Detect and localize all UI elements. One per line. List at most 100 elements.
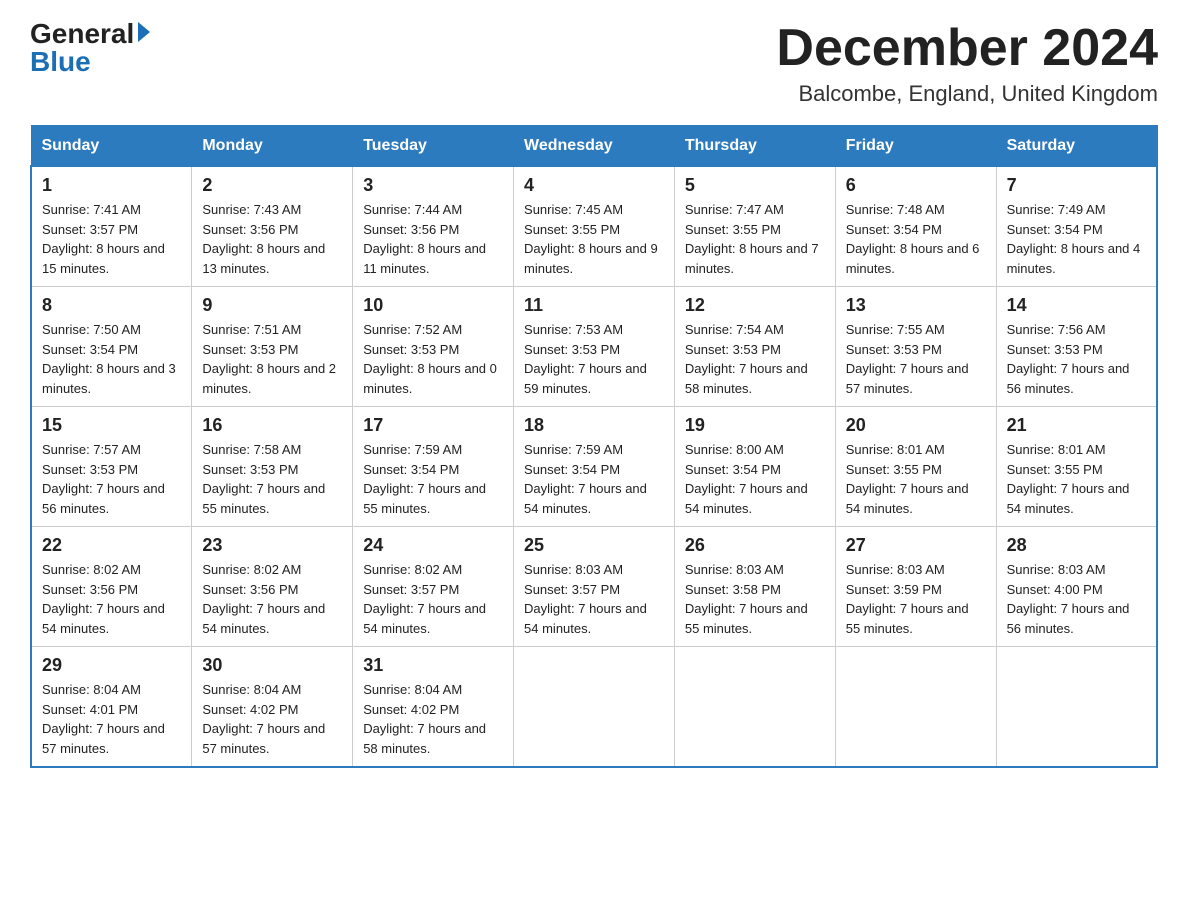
calendar-cell: 28 Sunrise: 8:03 AMSunset: 4:00 PMDaylig…: [996, 527, 1157, 647]
day-info: Sunrise: 7:56 AMSunset: 3:53 PMDaylight:…: [1007, 320, 1146, 398]
day-number: 8: [42, 295, 181, 316]
day-number: 20: [846, 415, 986, 436]
calendar-cell: 24 Sunrise: 8:02 AMSunset: 3:57 PMDaylig…: [353, 527, 514, 647]
day-number: 1: [42, 175, 181, 196]
day-info: Sunrise: 7:53 AMSunset: 3:53 PMDaylight:…: [524, 320, 664, 398]
day-info: Sunrise: 8:02 AMSunset: 3:56 PMDaylight:…: [42, 560, 181, 638]
day-info: Sunrise: 8:04 AMSunset: 4:02 PMDaylight:…: [363, 680, 503, 758]
day-number: 6: [846, 175, 986, 196]
calendar-cell: 17 Sunrise: 7:59 AMSunset: 3:54 PMDaylig…: [353, 407, 514, 527]
day-info: Sunrise: 7:47 AMSunset: 3:55 PMDaylight:…: [685, 200, 825, 278]
day-number: 31: [363, 655, 503, 676]
calendar-cell: 1 Sunrise: 7:41 AMSunset: 3:57 PMDayligh…: [31, 166, 192, 287]
day-number: 15: [42, 415, 181, 436]
day-info: Sunrise: 7:45 AMSunset: 3:55 PMDaylight:…: [524, 200, 664, 278]
day-number: 13: [846, 295, 986, 316]
calendar-cell: 13 Sunrise: 7:55 AMSunset: 3:53 PMDaylig…: [835, 287, 996, 407]
column-header-friday: Friday: [835, 126, 996, 166]
column-header-wednesday: Wednesday: [514, 126, 675, 166]
column-header-tuesday: Tuesday: [353, 126, 514, 166]
logo: General Blue: [30, 20, 150, 76]
day-info: Sunrise: 7:58 AMSunset: 3:53 PMDaylight:…: [202, 440, 342, 518]
calendar-week-5: 29 Sunrise: 8:04 AMSunset: 4:01 PMDaylig…: [31, 647, 1157, 768]
day-number: 16: [202, 415, 342, 436]
day-info: Sunrise: 7:54 AMSunset: 3:53 PMDaylight:…: [685, 320, 825, 398]
calendar-cell: 9 Sunrise: 7:51 AMSunset: 3:53 PMDayligh…: [192, 287, 353, 407]
logo-arrow-icon: [138, 22, 150, 42]
calendar-cell: 11 Sunrise: 7:53 AMSunset: 3:53 PMDaylig…: [514, 287, 675, 407]
day-number: 12: [685, 295, 825, 316]
column-header-thursday: Thursday: [674, 126, 835, 166]
calendar-header: SundayMondayTuesdayWednesdayThursdayFrid…: [31, 126, 1157, 166]
calendar-cell: 12 Sunrise: 7:54 AMSunset: 3:53 PMDaylig…: [674, 287, 835, 407]
month-title: December 2024: [776, 20, 1158, 77]
calendar-cell: [835, 647, 996, 768]
calendar-table: SundayMondayTuesdayWednesdayThursdayFrid…: [30, 125, 1158, 768]
day-info: Sunrise: 7:59 AMSunset: 3:54 PMDaylight:…: [524, 440, 664, 518]
day-info: Sunrise: 8:01 AMSunset: 3:55 PMDaylight:…: [846, 440, 986, 518]
day-number: 24: [363, 535, 503, 556]
day-number: 3: [363, 175, 503, 196]
calendar-cell: 20 Sunrise: 8:01 AMSunset: 3:55 PMDaylig…: [835, 407, 996, 527]
day-info: Sunrise: 7:43 AMSunset: 3:56 PMDaylight:…: [202, 200, 342, 278]
calendar-cell: [996, 647, 1157, 768]
day-number: 18: [524, 415, 664, 436]
calendar-week-2: 8 Sunrise: 7:50 AMSunset: 3:54 PMDayligh…: [31, 287, 1157, 407]
calendar-cell: 15 Sunrise: 7:57 AMSunset: 3:53 PMDaylig…: [31, 407, 192, 527]
column-header-sunday: Sunday: [31, 126, 192, 166]
day-number: 25: [524, 535, 664, 556]
calendar-cell: 23 Sunrise: 8:02 AMSunset: 3:56 PMDaylig…: [192, 527, 353, 647]
day-info: Sunrise: 7:51 AMSunset: 3:53 PMDaylight:…: [202, 320, 342, 398]
day-number: 14: [1007, 295, 1146, 316]
day-number: 23: [202, 535, 342, 556]
day-info: Sunrise: 7:59 AMSunset: 3:54 PMDaylight:…: [363, 440, 503, 518]
calendar-cell: 7 Sunrise: 7:49 AMSunset: 3:54 PMDayligh…: [996, 166, 1157, 287]
calendar-cell: 5 Sunrise: 7:47 AMSunset: 3:55 PMDayligh…: [674, 166, 835, 287]
calendar-week-3: 15 Sunrise: 7:57 AMSunset: 3:53 PMDaylig…: [31, 407, 1157, 527]
day-number: 22: [42, 535, 181, 556]
calendar-cell: 2 Sunrise: 7:43 AMSunset: 3:56 PMDayligh…: [192, 166, 353, 287]
day-info: Sunrise: 8:00 AMSunset: 3:54 PMDaylight:…: [685, 440, 825, 518]
calendar-cell: 22 Sunrise: 8:02 AMSunset: 3:56 PMDaylig…: [31, 527, 192, 647]
day-info: Sunrise: 7:57 AMSunset: 3:53 PMDaylight:…: [42, 440, 181, 518]
day-info: Sunrise: 8:01 AMSunset: 3:55 PMDaylight:…: [1007, 440, 1146, 518]
calendar-cell: 31 Sunrise: 8:04 AMSunset: 4:02 PMDaylig…: [353, 647, 514, 768]
day-info: Sunrise: 8:04 AMSunset: 4:01 PMDaylight:…: [42, 680, 181, 758]
calendar-cell: 21 Sunrise: 8:01 AMSunset: 3:55 PMDaylig…: [996, 407, 1157, 527]
day-number: 9: [202, 295, 342, 316]
day-number: 17: [363, 415, 503, 436]
calendar-cell: 10 Sunrise: 7:52 AMSunset: 3:53 PMDaylig…: [353, 287, 514, 407]
day-number: 2: [202, 175, 342, 196]
logo-general-text: General: [30, 20, 134, 48]
calendar-cell: 14 Sunrise: 7:56 AMSunset: 3:53 PMDaylig…: [996, 287, 1157, 407]
page-header: General Blue December 2024 Balcombe, Eng…: [30, 20, 1158, 107]
day-info: Sunrise: 8:03 AMSunset: 3:59 PMDaylight:…: [846, 560, 986, 638]
title-section: December 2024 Balcombe, England, United …: [776, 20, 1158, 107]
day-info: Sunrise: 8:02 AMSunset: 3:56 PMDaylight:…: [202, 560, 342, 638]
day-info: Sunrise: 7:52 AMSunset: 3:53 PMDaylight:…: [363, 320, 503, 398]
calendar-cell: 16 Sunrise: 7:58 AMSunset: 3:53 PMDaylig…: [192, 407, 353, 527]
day-number: 27: [846, 535, 986, 556]
logo-blue-text: Blue: [30, 48, 91, 76]
day-info: Sunrise: 7:49 AMSunset: 3:54 PMDaylight:…: [1007, 200, 1146, 278]
calendar-week-4: 22 Sunrise: 8:02 AMSunset: 3:56 PMDaylig…: [31, 527, 1157, 647]
calendar-cell: 26 Sunrise: 8:03 AMSunset: 3:58 PMDaylig…: [674, 527, 835, 647]
calendar-cell: [514, 647, 675, 768]
calendar-cell: 18 Sunrise: 7:59 AMSunset: 3:54 PMDaylig…: [514, 407, 675, 527]
day-info: Sunrise: 8:03 AMSunset: 3:57 PMDaylight:…: [524, 560, 664, 638]
calendar-cell: 19 Sunrise: 8:00 AMSunset: 3:54 PMDaylig…: [674, 407, 835, 527]
day-number: 19: [685, 415, 825, 436]
day-info: Sunrise: 8:04 AMSunset: 4:02 PMDaylight:…: [202, 680, 342, 758]
calendar-cell: 8 Sunrise: 7:50 AMSunset: 3:54 PMDayligh…: [31, 287, 192, 407]
day-number: 7: [1007, 175, 1146, 196]
day-number: 4: [524, 175, 664, 196]
day-info: Sunrise: 7:55 AMSunset: 3:53 PMDaylight:…: [846, 320, 986, 398]
calendar-cell: 4 Sunrise: 7:45 AMSunset: 3:55 PMDayligh…: [514, 166, 675, 287]
calendar-cell: [674, 647, 835, 768]
calendar-cell: 25 Sunrise: 8:03 AMSunset: 3:57 PMDaylig…: [514, 527, 675, 647]
day-info: Sunrise: 7:50 AMSunset: 3:54 PMDaylight:…: [42, 320, 181, 398]
day-number: 11: [524, 295, 664, 316]
calendar-cell: 30 Sunrise: 8:04 AMSunset: 4:02 PMDaylig…: [192, 647, 353, 768]
column-header-monday: Monday: [192, 126, 353, 166]
day-number: 26: [685, 535, 825, 556]
